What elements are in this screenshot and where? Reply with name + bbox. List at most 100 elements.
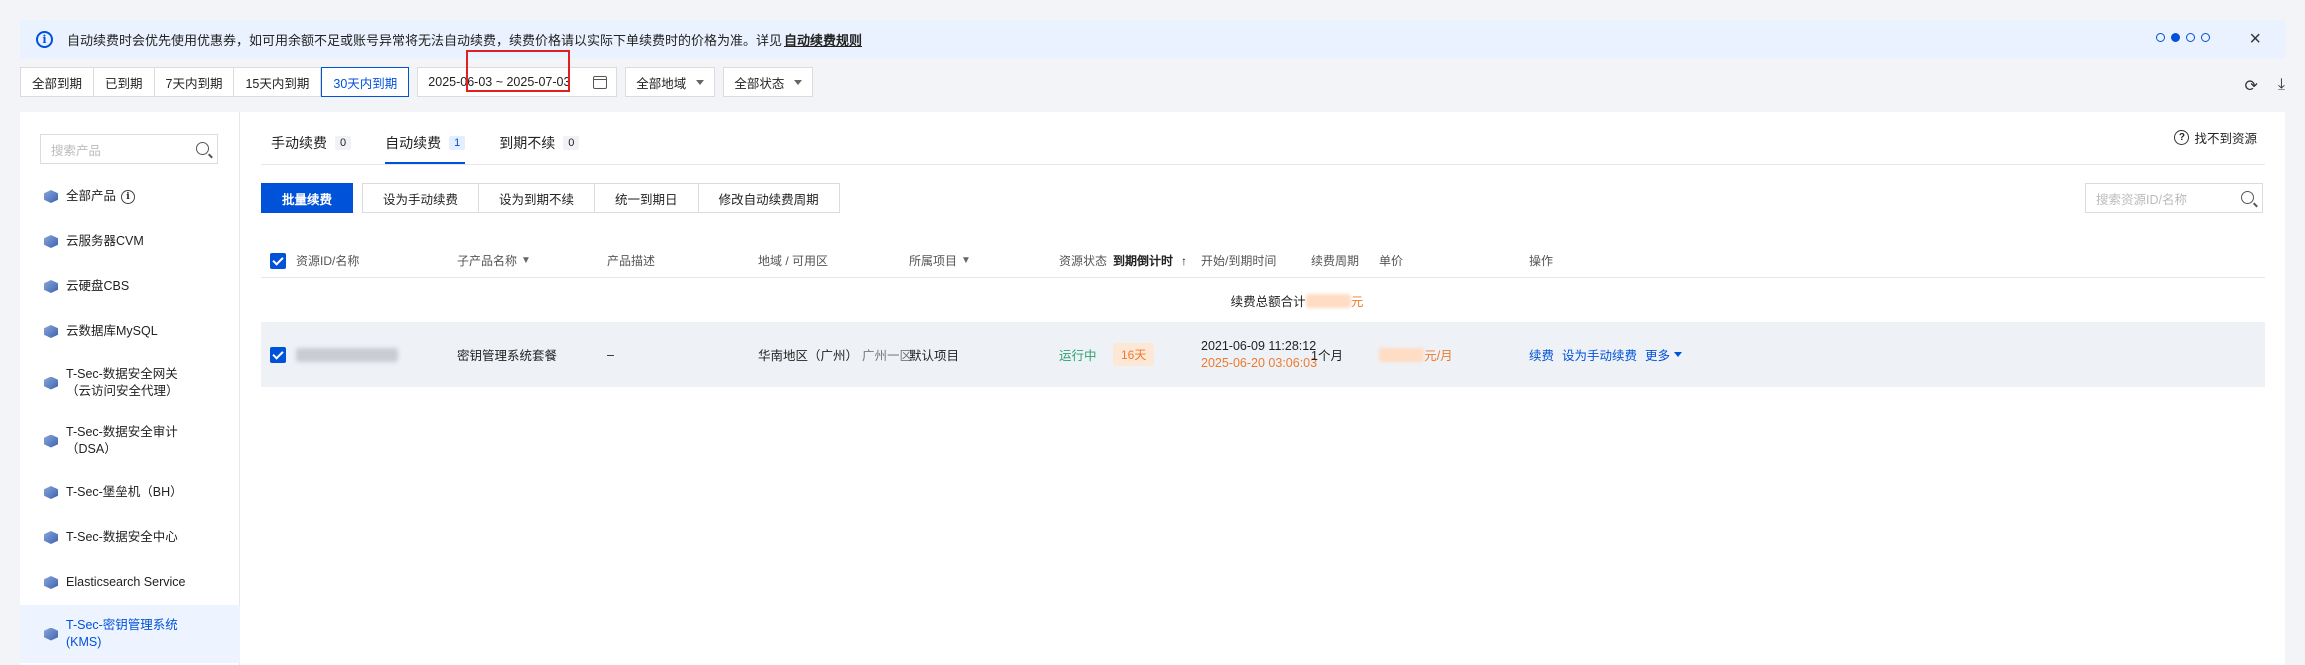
sidebar-item-cbs[interactable]: 云硬盘CBS	[20, 264, 240, 309]
renew-total-summary: 续费总额合计 0000.00 元	[261, 279, 2265, 322]
filter-all-expiry[interactable]: 全部到期	[20, 67, 95, 97]
filter-15-days[interactable]: 15天内到期	[234, 67, 322, 97]
filter-30-days[interactable]: 30天内到期	[321, 67, 410, 97]
auto-renew-rules-link[interactable]: 自动续费规则	[784, 30, 862, 49]
sidebar-item-label: T-Sec-数据安全审计（DSA）	[66, 425, 178, 456]
sidebar-item-data-security-gateway[interactable]: T-Sec-数据安全网关（云访问安全代理）	[20, 354, 240, 412]
expiry-time: 2025-06-20 03:06:03	[1201, 355, 1318, 370]
set-manual-renew-button[interactable]: 设为手动续费	[362, 183, 480, 213]
col-period: 续费周期	[1311, 254, 1360, 268]
start-time: 2021-06-09 11:28:12	[1201, 338, 1317, 353]
countdown-tag: 16天	[1113, 343, 1155, 366]
sidebar-item-bh[interactable]: T-Sec-堡垒机（BH）	[20, 470, 240, 515]
info-icon: i	[36, 30, 53, 48]
help-icon: ?	[2174, 130, 2190, 145]
select-all-checkbox[interactable]	[270, 244, 286, 277]
summary-amount-redacted: 0000.00	[1305, 293, 1351, 308]
sidebar-item-cvm[interactable]: 云服务器CVM	[20, 219, 240, 264]
calendar-icon	[593, 76, 608, 89]
col-operations: 操作	[1529, 254, 1554, 268]
search-icon[interactable]	[196, 142, 209, 155]
tab-no-renew[interactable]: 到期不续 0	[499, 122, 580, 164]
sidebar-item-elasticsearch[interactable]: Elasticsearch Service	[20, 560, 240, 605]
cube-icon	[44, 531, 58, 544]
sidebar-item-label: Elasticsearch Service	[66, 575, 186, 589]
info-icon[interactable]: i	[121, 189, 136, 204]
col-description: 产品描述	[607, 254, 656, 268]
refresh-icon[interactable]: ⟳	[2245, 76, 2258, 96]
filter-7-days[interactable]: 7天内到期	[154, 67, 235, 97]
renew-link[interactable]: 续费	[1529, 345, 1554, 364]
region-zone: 华南地区（广州） 广州一区	[758, 322, 912, 387]
sidebar-item-label: 全部产品	[66, 189, 117, 203]
carousel-dot-active[interactable]	[2171, 33, 2180, 42]
chevron-down-icon[interactable]	[1674, 352, 1683, 357]
col-label: 子产品名称	[457, 254, 518, 268]
summary-label: 续费总额合计	[1230, 295, 1306, 309]
tab-manual-renew[interactable]: 手动续费 0	[271, 122, 352, 164]
chevron-down-icon	[696, 79, 705, 85]
tab-auto-renew[interactable]: 自动续费 1	[385, 122, 466, 164]
cube-icon	[44, 376, 58, 390]
notice-text: 自动续费时会优先使用优惠券，如可用余额不足或账号异常将无法自动续费，续费价格请以…	[67, 32, 783, 48]
region-select[interactable]: 全部地域	[625, 67, 716, 97]
content-area: 手动续费 0 自动续费 1 到期不续 0 ? 找不到资源 批量续费 设为手动续费…	[241, 50, 2285, 665]
unify-expiry-date-button[interactable]: 统一到期日	[594, 183, 699, 213]
table-row[interactable]: kms-xxxxxxxxxxxx 密钥管理系统套餐 – 华南地区（广州）广州一区…	[261, 322, 2265, 387]
more-link[interactable]: 更多	[1645, 345, 1670, 364]
close-icon[interactable]: ×	[2249, 28, 2261, 51]
sidebar-item-dsa[interactable]: T-Sec-数据安全审计（DSA）	[20, 412, 240, 470]
carousel-dot[interactable]	[2186, 33, 2195, 42]
resource-search-placeholder: 搜索资源ID/名称	[2096, 192, 2187, 207]
sort-up-icon[interactable]: ↑	[1181, 254, 1187, 268]
filter-expired[interactable]: 已到期	[94, 67, 155, 97]
carousel-dot[interactable]	[2156, 33, 2165, 42]
time-cell: 2021-06-09 11:28:12 2025-06-20 03:06:03	[1201, 322, 1317, 387]
row-checkbox[interactable]	[270, 322, 286, 387]
product-search-input[interactable]: 搜索产品	[40, 134, 218, 164]
not-found-label: 找不到资源	[2194, 132, 2257, 146]
status-select[interactable]: 全部状态	[723, 67, 814, 97]
resource-id-redacted[interactable]: kms-xxxxxxxxxxxx	[296, 322, 399, 387]
filter-icon[interactable]: ▼	[961, 255, 971, 266]
sidebar-item-kms[interactable]: T-Sec-密钥管理系统(KMS)	[20, 605, 240, 663]
sidebar-item-all-products[interactable]: 全部产品 i	[20, 174, 240, 219]
highlight-box-modify-period	[466, 50, 570, 92]
tab-label: 手动续费	[271, 135, 327, 151]
expiry-segment: 全部到期 已到期 7天内到期 15天内到期 30天内到期	[20, 67, 410, 97]
sidebar-item-data-security-center[interactable]: T-Sec-数据安全中心	[20, 515, 240, 560]
col-status: 资源状态	[1059, 254, 1108, 268]
price-unit: 元/月	[1424, 349, 1453, 363]
renew-period: 1个月	[1311, 349, 1343, 363]
col-time: 开始/到期时间	[1201, 254, 1277, 268]
redacted-text: kms-xxxxxxxxxxxx	[296, 347, 399, 362]
tab-count: 0	[563, 136, 580, 150]
region-value: 华南地区（广州）	[758, 349, 859, 363]
resource-search-input[interactable]: 搜索资源ID/名称	[2085, 183, 2263, 213]
col-sub-product: 子产品名称 ▼	[457, 244, 531, 277]
col-resource-id: 资源ID/名称	[296, 254, 360, 268]
region-select-value: 全部地域	[636, 76, 687, 91]
carousel-dot[interactable]	[2201, 33, 2210, 42]
modify-auto-renew-period-button[interactable]: 修改自动续费周期	[697, 183, 840, 213]
filter-icon[interactable]: ▼	[521, 255, 531, 266]
countdown-cell: 16天	[1113, 322, 1155, 387]
sidebar-item-mysql[interactable]: 云数据库MySQL	[20, 309, 240, 354]
col-project: 所属项目 ▼	[909, 244, 971, 277]
batch-renew-button[interactable]: 批量续费	[261, 183, 354, 213]
set-manual-renew-link[interactable]: 设为手动续费	[1562, 345, 1637, 364]
download-icon[interactable]: ⤓	[2278, 76, 2285, 96]
sidebar-item-label: 云硬盘CBS	[66, 279, 130, 293]
sidebar-item-label: T-Sec-堡垒机（BH）	[66, 485, 183, 499]
toolbar-icons: ⟳ ⤓	[2245, 76, 2285, 96]
set-no-renew-button[interactable]: 设为到期不续	[478, 183, 596, 213]
sidebar-item-label: T-Sec-数据安全中心	[66, 530, 178, 544]
tab-label: 自动续费	[385, 135, 442, 151]
status-select-value: 全部状态	[734, 76, 785, 91]
resource-not-found-link[interactable]: ? 找不到资源	[2174, 128, 2257, 147]
search-icon[interactable]	[2241, 191, 2254, 204]
cube-icon	[44, 325, 58, 338]
checkbox-checked-icon	[270, 346, 286, 363]
col-countdown[interactable]: 到期倒计时 ↑	[1113, 244, 1187, 277]
row-operations: 续费 设为手动续费 更多	[1529, 322, 1683, 387]
